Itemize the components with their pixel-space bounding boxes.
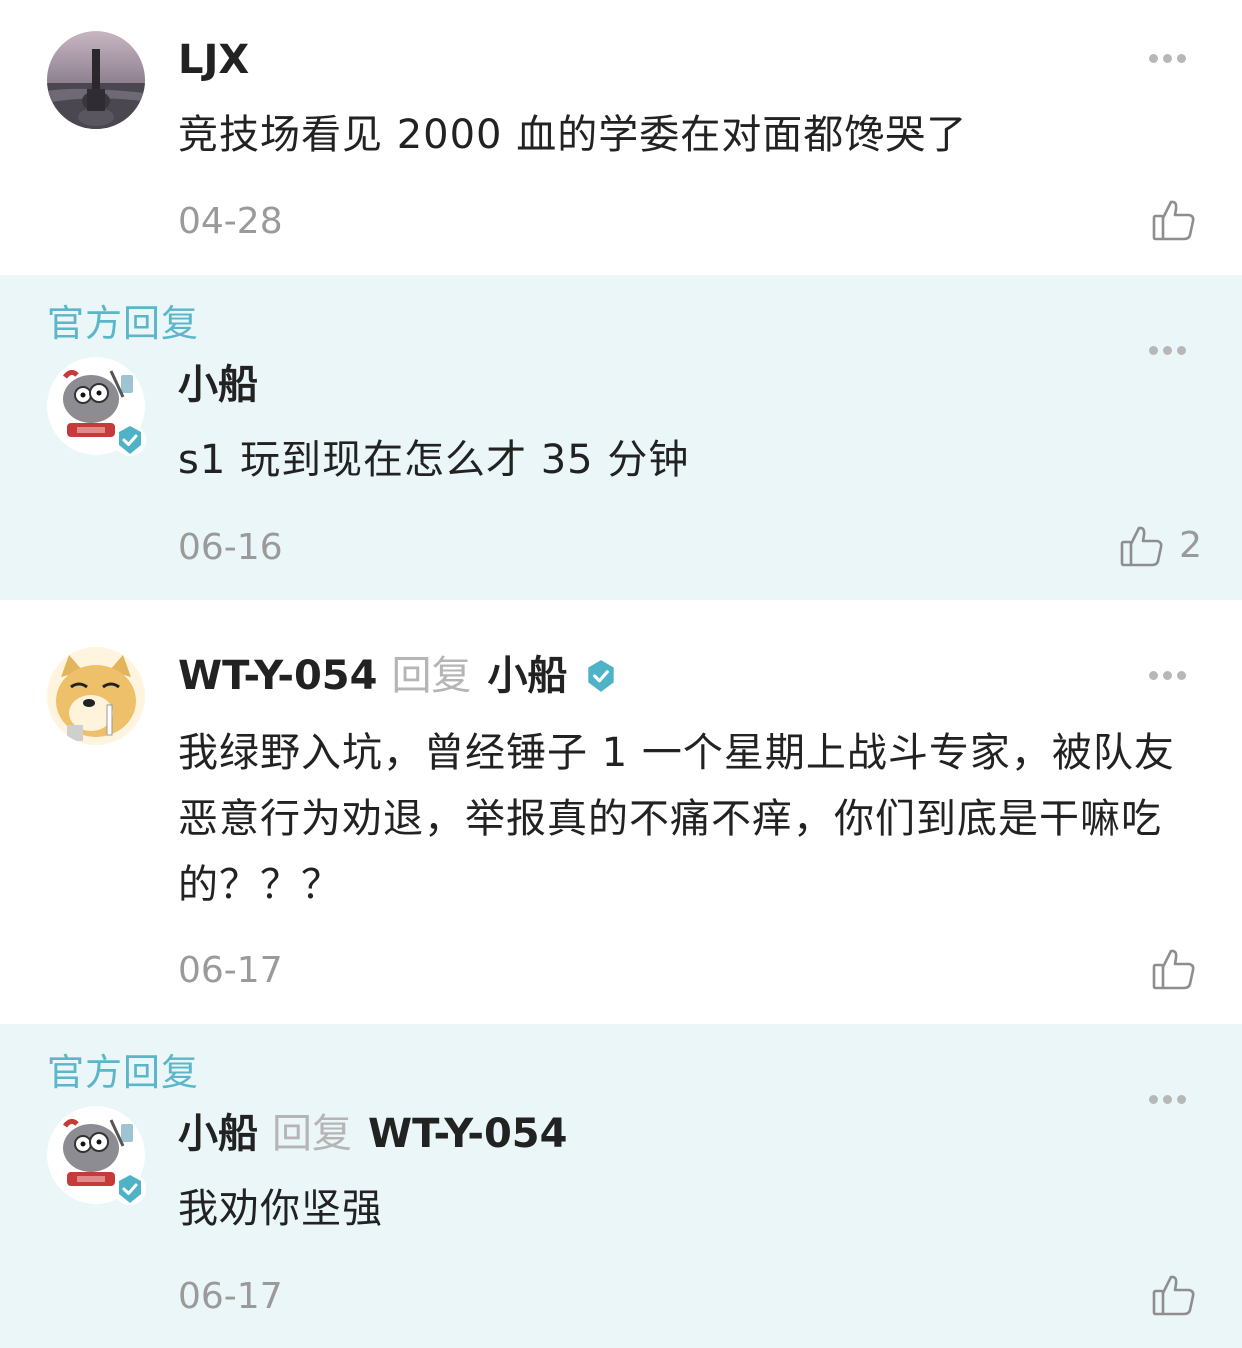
comment-date: 06-17: [178, 950, 283, 991]
like-button[interactable]: [1151, 1272, 1197, 1318]
comment-text: 我劝你坚强: [178, 1186, 383, 1232]
avatar-ljx-image: [47, 31, 145, 129]
like-button[interactable]: [1151, 946, 1197, 992]
verified-badge-icon: [114, 424, 146, 456]
comment-item: LJX 竞技场看见 2000 血的学委在对面都馋哭了 04-28: [0, 0, 1242, 275]
like-button[interactable]: [1151, 197, 1197, 243]
comment-text: s1 玩到现在怎么才 35 分钟: [178, 437, 690, 483]
author-line: 小船: [178, 365, 258, 405]
more-dots-icon[interactable]: [1149, 671, 1186, 680]
verified-badge-icon: [588, 660, 615, 692]
reply-word: 回复: [272, 1111, 352, 1157]
thumbs-up-icon: [1152, 949, 1195, 990]
comment-date: 06-17: [178, 1276, 283, 1317]
reply-to-name[interactable]: WT-Y-054: [368, 1114, 567, 1154]
official-reply-label: 官方回复: [47, 302, 199, 345]
more-dots-icon[interactable]: [1149, 346, 1186, 355]
official-reply-label: 官方回复: [47, 1051, 199, 1094]
comment-date: 04-28: [178, 201, 283, 242]
more-dots-icon[interactable]: [1149, 54, 1186, 63]
avatar[interactable]: [47, 647, 145, 745]
avatar-doge-image: [47, 647, 145, 745]
thumbs-up-icon: [1152, 200, 1195, 241]
comment-date: 06-16: [178, 527, 283, 568]
official-reply-item: 官方回复 小船 s1 玩到现在怎么才 35 分钟 06-16 2: [0, 275, 1242, 600]
comment-item: WT-Y-054 回复 小船 我绿野入坑，曾经锤子 1 一个星期上战斗专家，被队…: [0, 600, 1242, 1024]
like-button[interactable]: 2: [1119, 523, 1202, 569]
author-line: WT-Y-054 回复 小船: [178, 656, 619, 696]
reply-word: 回复: [391, 653, 472, 699]
avatar[interactable]: [47, 1106, 146, 1205]
comment-text: 竞技场看见 2000 血的学委在对面都馋哭了: [178, 112, 968, 158]
avatar[interactable]: [47, 357, 146, 456]
official-reply-item: 官方回复 小船 回复 WT-Y-054 我劝你坚强 06-17: [0, 1024, 1242, 1348]
like-count: 2: [1179, 525, 1202, 566]
author-name[interactable]: 小船: [178, 1114, 258, 1154]
author-name[interactable]: LJX: [178, 40, 249, 80]
author-line: 小船 回复 WT-Y-054: [178, 1114, 567, 1154]
author-name[interactable]: 小船: [178, 365, 258, 405]
author-name[interactable]: WT-Y-054: [178, 656, 377, 696]
comment-text: 我绿野入坑，曾经锤子 1 一个星期上战斗专家，被队友恶意行为劝退，举报真的不痛不…: [178, 730, 1175, 908]
thumbs-up-icon: [1120, 526, 1163, 567]
reply-to-name[interactable]: 小船: [487, 656, 567, 696]
verified-badge-icon: [114, 1173, 146, 1205]
more-dots-icon[interactable]: [1149, 1095, 1186, 1104]
thumbs-up-icon: [1152, 1275, 1195, 1316]
avatar[interactable]: [47, 31, 145, 129]
author-line: LJX: [178, 40, 249, 80]
